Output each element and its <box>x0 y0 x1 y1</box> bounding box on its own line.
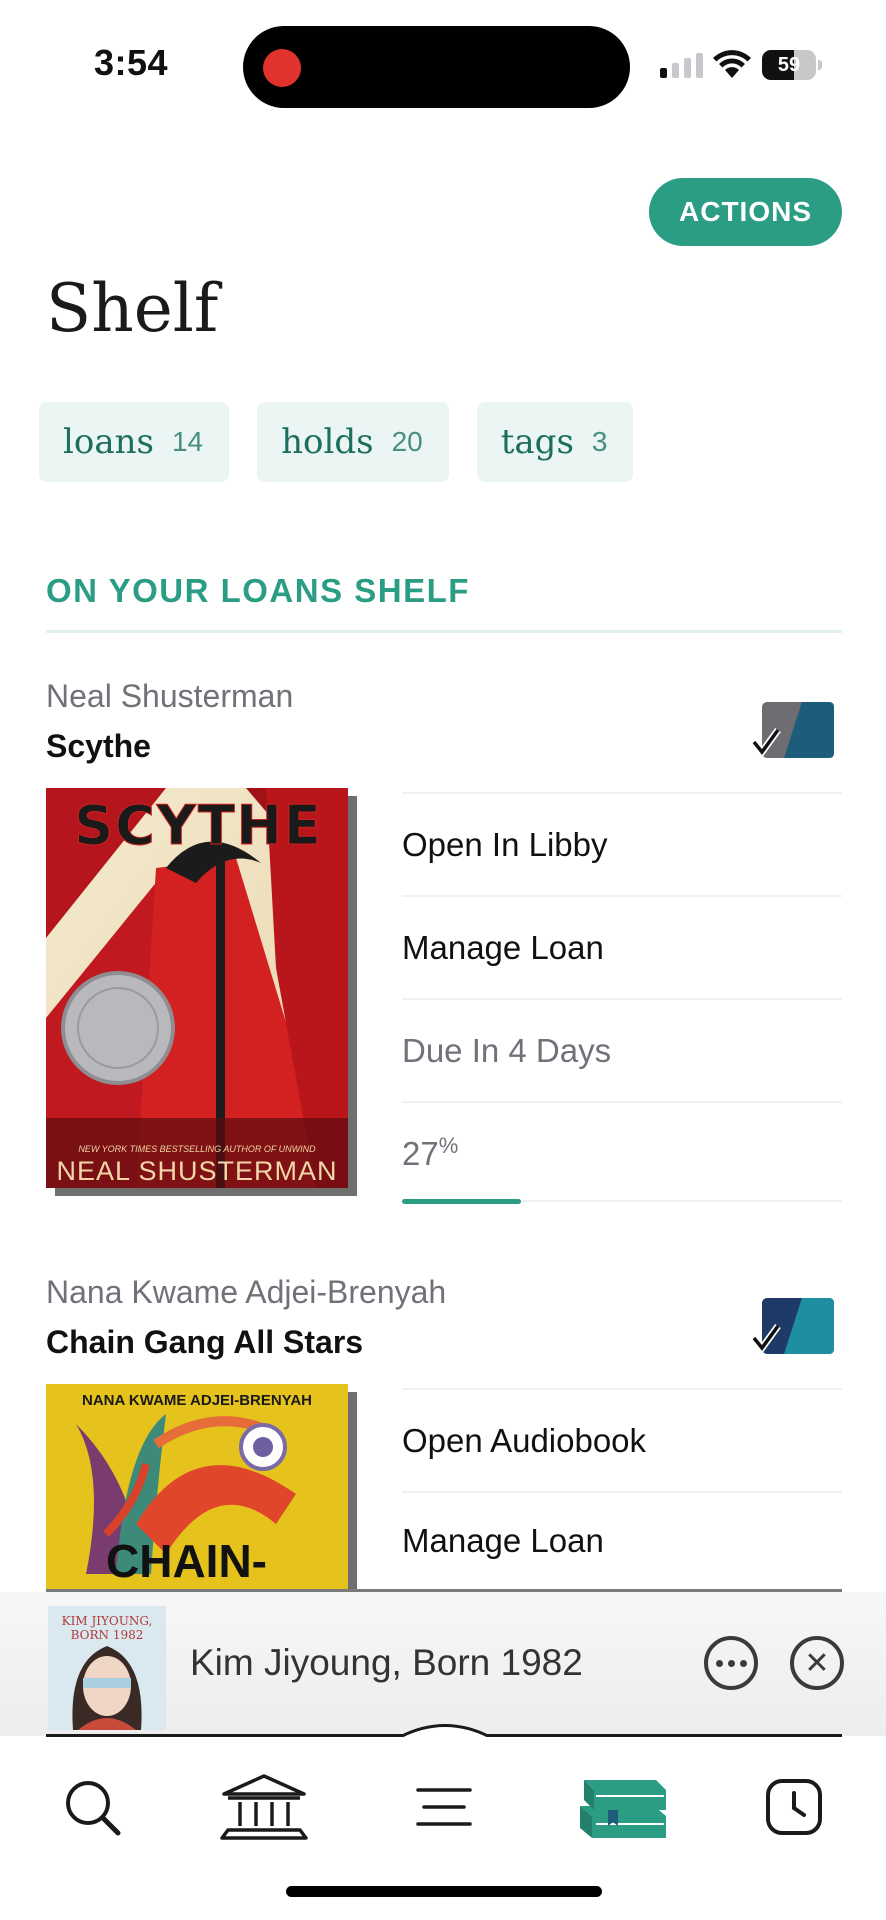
status-bar: 3:54 59 <box>0 0 886 130</box>
shelf-icon <box>580 1780 666 1838</box>
book-actions: Open In Libby Manage Loan Due In 4 Days … <box>402 792 842 1204</box>
tab-shelf[interactable] <box>572 1767 672 1847</box>
reading-progress: 27% <box>402 1101 842 1204</box>
mini-player-cover[interactable]: KIM JIYOUNG, BORN 1982 <box>48 1606 166 1730</box>
tab-search[interactable] <box>42 1767 142 1847</box>
book-author: Nana Kwame Adjei-Brenyah <box>46 1274 447 1310</box>
progress-unit: % <box>438 1133 459 1158</box>
cover-author: NANA KWAME ADJEI-BRENYAH <box>81 1392 313 1409</box>
audiobook-badge-icon <box>752 1298 834 1354</box>
cover-title: CHAIN- <box>106 1535 267 1587</box>
dynamic-island <box>243 26 630 108</box>
chip-count: 20 <box>391 426 423 457</box>
manage-loan-button[interactable]: Manage Loan <box>402 895 842 998</box>
battery-icon: 59 <box>762 50 822 80</box>
section-divider <box>46 630 842 633</box>
tab-library[interactable] <box>214 1767 314 1847</box>
chip-loans[interactable]: loans 14 <box>39 402 230 482</box>
manage-loan-button[interactable]: Manage Loan <box>402 1491 842 1588</box>
cover-author: NEAL SHUSTERMAN <box>56 1156 338 1186</box>
tab-timeline[interactable] <box>744 1767 844 1847</box>
book-title[interactable]: Chain Gang All Stars <box>46 1324 363 1361</box>
home-indicator <box>286 1886 602 1897</box>
chip-count: 14 <box>171 426 204 457</box>
open-in-libby-button[interactable]: Open In Libby <box>402 792 842 895</box>
chip-count: 3 <box>591 426 608 457</box>
chip-label: loans <box>63 422 154 462</box>
book-cover-scythe[interactable]: SCYTHE NEW YORK TIMES BESTSELLING AUTHOR… <box>46 788 348 1188</box>
due-status: Due In 4 Days <box>402 998 842 1101</box>
open-audiobook-button[interactable]: Open Audiobook <box>402 1388 842 1491</box>
status-time: 3:54 <box>94 42 169 83</box>
mini-player-title[interactable]: Kim Jiyoung, Born 1982 <box>190 1642 583 1684</box>
progress-text: 27% <box>402 1133 458 1173</box>
more-icon[interactable] <box>704 1636 758 1690</box>
actions-button[interactable]: ACTIONS <box>649 178 842 246</box>
cover-tagline: NEW YORK TIMES BESTSELLING AUTHOR OF UNW… <box>78 1144 316 1154</box>
chip-holds[interactable]: holds 20 <box>257 402 449 482</box>
section-heading: ON YOUR LOANS SHELF <box>46 572 470 609</box>
book-title[interactable]: Scythe <box>46 728 151 765</box>
mini-cover-text: KIM JIYOUNG, BORN 1982 <box>61 1614 153 1642</box>
timeline-icon <box>766 1779 822 1835</box>
battery-level: 59 <box>777 54 801 76</box>
menu-icon <box>416 1788 472 1826</box>
page-title: Shelf <box>46 270 219 347</box>
chip-label: tags <box>500 422 574 462</box>
chip-tags[interactable]: tags 3 <box>476 402 634 482</box>
book-actions: Open Audiobook Manage Loan <box>402 1388 842 1588</box>
cellular-signal-icon <box>660 52 703 78</box>
search-icon <box>66 1781 121 1836</box>
tab-menu[interactable] <box>394 1767 494 1847</box>
progress-value: 27 <box>402 1135 439 1172</box>
progress-bar-fill <box>402 1199 521 1204</box>
mini-player[interactable]: KIM JIYOUNG, BORN 1982 Kim Jiyoung, Born… <box>0 1592 886 1736</box>
chip-label: holds <box>281 422 374 462</box>
ebook-badge-icon <box>752 702 834 758</box>
recording-indicator-icon <box>263 49 301 87</box>
book-author: Neal Shusterman <box>46 678 294 714</box>
library-icon <box>220 1774 308 1840</box>
shelf-filter-chips: loans 14 holds 20 tags 3 <box>39 402 634 482</box>
close-icon[interactable]: ✕ <box>790 1636 844 1690</box>
wifi-icon <box>713 50 751 78</box>
cover-title: SCYTHE <box>74 794 323 858</box>
book-cover-chain-gang-all-stars[interactable]: NANA KWAME ADJEI-BRENYAH CHAIN- <box>46 1384 348 1589</box>
